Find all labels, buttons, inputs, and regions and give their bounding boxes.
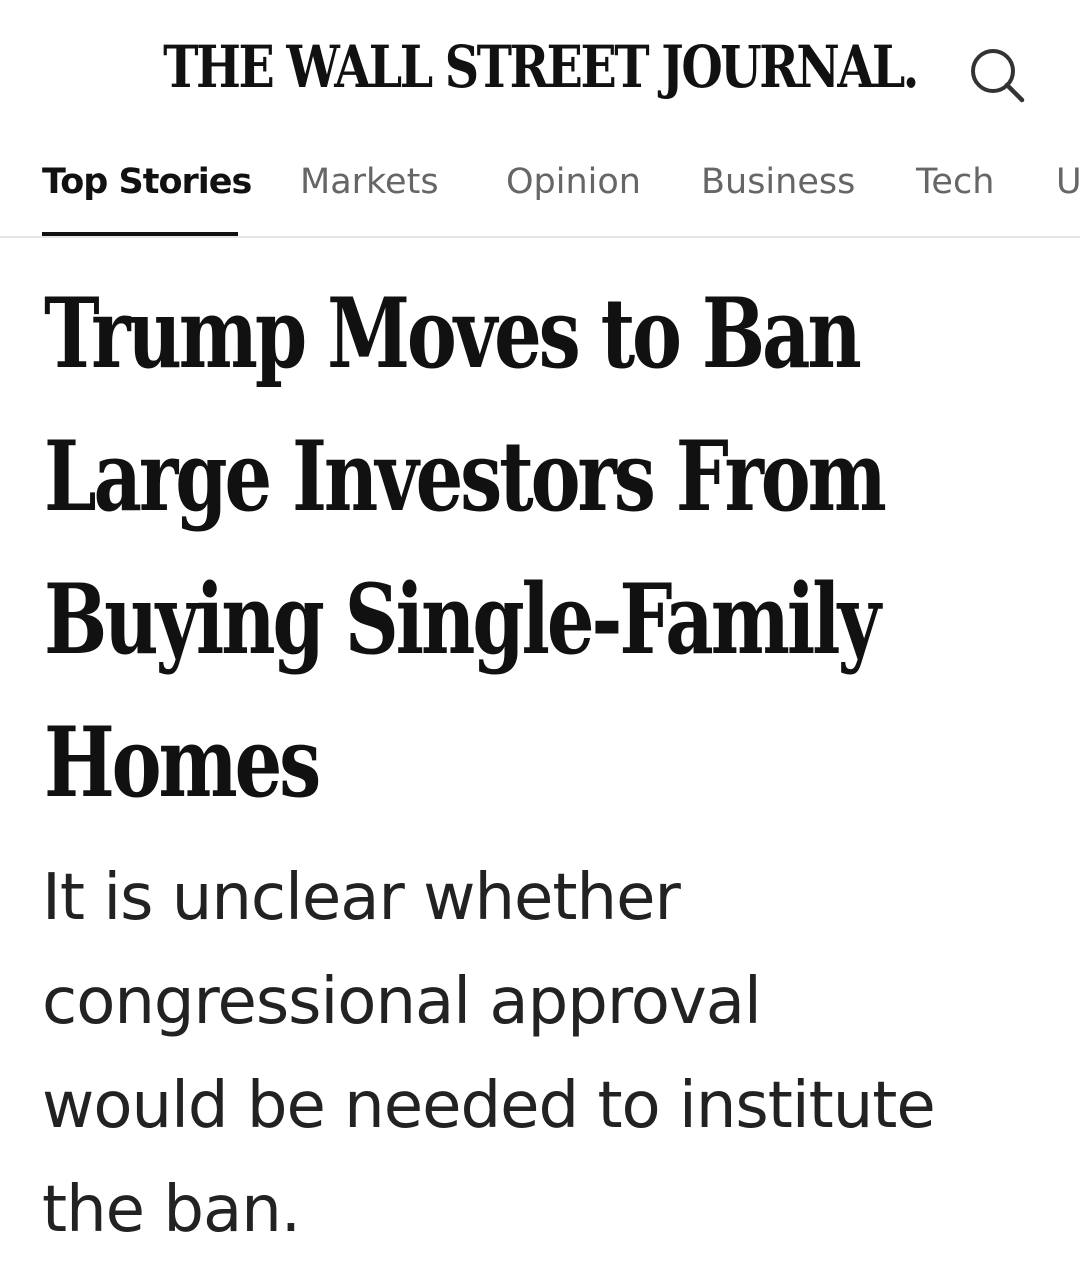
masthead: THE WALL STREET JOURNAL. [0, 0, 1080, 140]
tab-opinion[interactable]: Opinion [506, 158, 641, 206]
tab-partial[interactable]: U [1056, 158, 1080, 206]
article-headline[interactable]: Trump Moves to Ban Large Investors From … [44, 262, 887, 834]
tab-top-stories[interactable]: Top Stories [42, 158, 252, 206]
headline-line: Trump Moves to Ban [44, 277, 862, 390]
summary-line: It is unclear whether [42, 861, 681, 935]
section-nav: Top Stories Markets Opinion Business Tec… [0, 140, 1080, 238]
tab-markets[interactable]: Markets [300, 158, 439, 206]
article-summary: It is unclear whether congressional appr… [42, 846, 1062, 1262]
wsj-logo[interactable]: THE WALL STREET JOURNAL. [97, 38, 983, 96]
active-tab-indicator [42, 232, 238, 236]
summary-line: the ban. [42, 1173, 301, 1247]
tab-business[interactable]: Business [701, 158, 855, 206]
headline-line: Buying Single-Family [44, 563, 881, 676]
search-button[interactable] [960, 40, 1030, 110]
summary-line: congressional approval [42, 965, 762, 1039]
headline-line: Homes [44, 706, 321, 819]
search-icon [971, 49, 1025, 103]
headline-line: Large Investors From [44, 420, 887, 533]
tab-tech[interactable]: Tech [916, 158, 994, 206]
summary-line: would be needed to institute [42, 1069, 936, 1143]
